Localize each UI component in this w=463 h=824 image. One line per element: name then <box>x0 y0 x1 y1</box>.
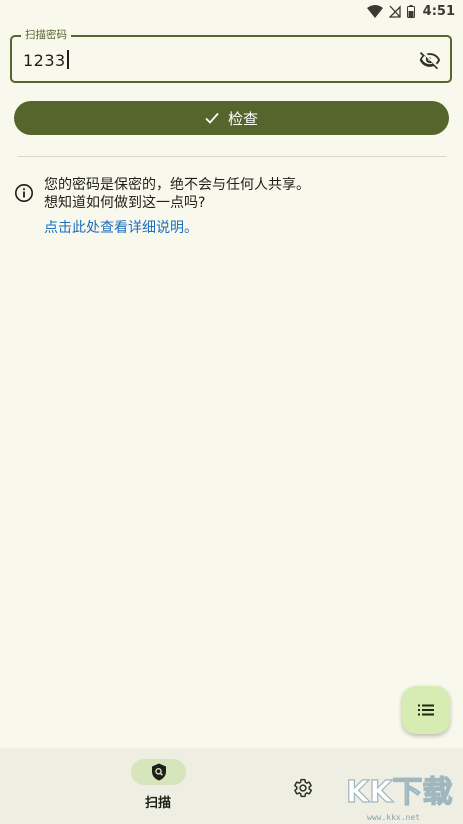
check-button-label: 检查 <box>227 109 258 128</box>
watermark-logo: KK下载 <box>345 774 453 810</box>
toggle-visibility-button[interactable] <box>418 48 442 72</box>
gear-icon <box>294 778 312 798</box>
no-signal-icon <box>388 4 401 18</box>
text-cursor <box>66 50 69 69</box>
shield-search-icon <box>151 763 166 781</box>
password-field[interactable]: 扫描密码 1233 <box>10 28 452 83</box>
eye-off-icon <box>419 52 441 70</box>
nav-item-scan[interactable]: 扫描 <box>126 758 190 814</box>
status-time: 4:51 <box>422 3 455 19</box>
nav-indicator <box>131 759 186 785</box>
privacy-notice: 您的密码是保密的，绝不会与任何人共享。 <box>44 177 310 193</box>
battery-icon <box>406 4 415 18</box>
list-icon <box>418 704 434 716</box>
watermark-url: www.kkx.net <box>367 813 420 822</box>
check-button[interactable]: 检查 <box>14 101 449 135</box>
nav-label-scan: 扫描 <box>144 796 171 811</box>
status-bar: 4:51 <box>0 0 463 22</box>
info-icon <box>15 184 33 202</box>
password-value: 1233 <box>23 51 66 70</box>
watermark-text: KK下载 <box>346 775 453 810</box>
divider <box>18 156 446 157</box>
check-icon <box>205 112 219 124</box>
nav-item-settings[interactable] <box>290 775 316 801</box>
privacy-question: 想知道如何做到这一点吗? <box>44 195 206 211</box>
password-input[interactable]: 1233 <box>23 50 69 71</box>
list-fab-button[interactable] <box>402 686 450 734</box>
details-link[interactable]: 点击此处查看详细说明。 <box>44 219 198 237</box>
wifi-icon <box>366 4 383 18</box>
password-field-label: 扫描密码 <box>21 28 71 42</box>
